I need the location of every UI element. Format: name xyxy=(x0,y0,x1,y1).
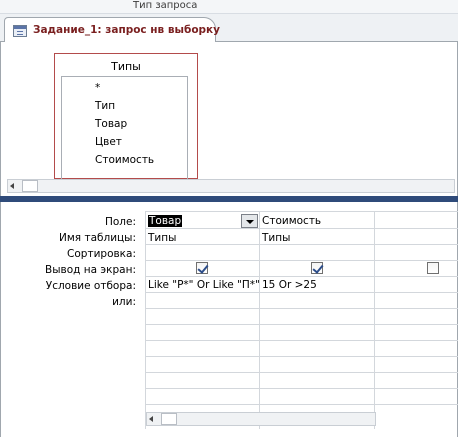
field-cell[interactable]: Стоимость xyxy=(262,215,321,227)
field-list-item[interactable]: * xyxy=(95,82,100,94)
grid-row-divider xyxy=(145,308,458,309)
grid-row-divider xyxy=(145,372,458,373)
show-checkbox[interactable] xyxy=(196,262,208,274)
grid-row-divider xyxy=(145,228,458,229)
table-pane[interactable]: Типы * Тип Товар Цвет Стоимость xyxy=(0,42,458,196)
document-tab[interactable]: Задание_1: запрос нв выборку xyxy=(4,17,220,43)
field-list-item[interactable]: Тип xyxy=(95,100,115,112)
document-tab-bar: Задание_1: запрос нв выборку xyxy=(0,14,458,43)
design-grid-pane: Поле: Имя таблицы: Сортировка: Вывод на … xyxy=(0,202,458,437)
design-grid[interactable]: Товар Типы Like "Р*" Or Like "П*" Стоимо… xyxy=(145,211,458,429)
row-label-criteria: Условие отбора: xyxy=(45,280,136,292)
grid-scrollbar[interactable] xyxy=(146,412,376,426)
grid-row-divider xyxy=(145,356,458,357)
ribbon-strip: Тип запроса xyxy=(0,0,458,14)
document-tab-title: Задание_1: запрос нв выборку xyxy=(33,24,221,36)
scrollbar-thumb[interactable] xyxy=(22,180,38,192)
field-list-item[interactable]: Товар xyxy=(95,118,127,130)
field-cell-value: Товар xyxy=(148,215,183,227)
field-list-title[interactable]: Типы xyxy=(55,60,197,73)
table-name-cell[interactable]: Типы xyxy=(262,232,290,244)
scroll-left-arrow-icon[interactable] xyxy=(10,183,14,189)
row-label-show: Вывод на экран: xyxy=(45,264,136,276)
row-label-field: Поле: xyxy=(104,216,136,228)
grid-row-divider xyxy=(145,340,458,341)
grid-row-divider xyxy=(145,244,458,245)
criteria-cell[interactable]: Like "Р*" Or Like "П*" xyxy=(148,279,260,291)
scrollbar-thumb[interactable] xyxy=(161,413,177,425)
field-list-window[interactable]: Типы * Тип Товар Цвет Стоимость xyxy=(54,53,198,179)
field-cell[interactable]: Товар xyxy=(148,215,183,227)
query-icon xyxy=(13,25,27,37)
grid-row-divider xyxy=(145,388,458,389)
row-label-sort: Сортировка: xyxy=(67,248,136,260)
table-pane-scrollbar[interactable] xyxy=(7,179,455,193)
field-list-item[interactable]: Стоимость xyxy=(95,154,154,166)
table-name-cell[interactable]: Типы xyxy=(148,232,176,244)
grid-row-divider xyxy=(145,404,458,405)
ribbon-group-label: Тип запроса xyxy=(133,0,198,11)
show-checkbox[interactable] xyxy=(427,262,439,274)
grid-row-divider xyxy=(145,324,458,325)
field-list: * Тип Товар Цвет Стоимость xyxy=(61,76,188,179)
chevron-down-icon[interactable] xyxy=(241,214,258,228)
grid-row-divider xyxy=(145,260,458,261)
row-label-table: Имя таблицы: xyxy=(59,232,136,244)
grid-row-divider xyxy=(145,276,458,277)
scroll-left-arrow-icon[interactable] xyxy=(149,416,153,422)
field-list-item[interactable]: Цвет xyxy=(95,136,122,148)
criteria-cell[interactable]: 15 Or >25 xyxy=(262,279,317,291)
row-label-or: или: xyxy=(112,296,136,308)
grid-row-divider xyxy=(145,292,458,293)
show-checkbox[interactable] xyxy=(311,262,323,274)
